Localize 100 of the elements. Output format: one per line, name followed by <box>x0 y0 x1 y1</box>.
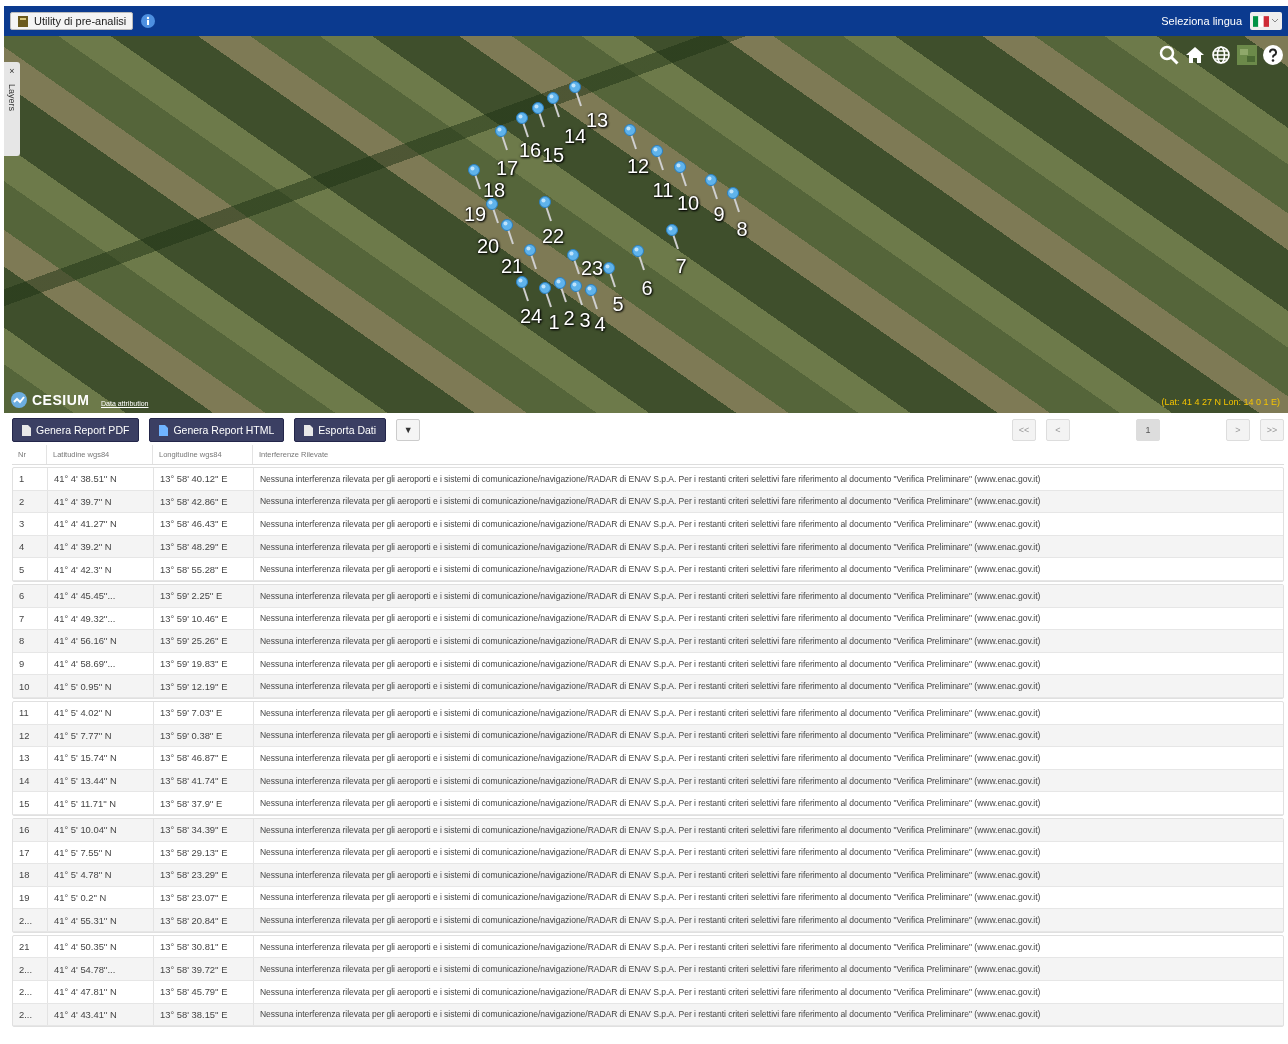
row-number: 10 <box>18 679 31 694</box>
row-number: 5 <box>18 562 26 577</box>
latitude-cell: 41° 4' 38.51'' N <box>47 468 153 490</box>
pin-label: 1 <box>548 312 560 332</box>
interference-cell: Nessuna interferenza rilevata per gli aeroporti e i sistemi di comunicazione/navigazione/RADAR di ENAV S.p.A. Per i restanti criteri selettivi fare riferimento al documento "Verifica Preliminare" (www.enac.gov.it) <box>253 864 1283 886</box>
cesium-logo-text: CESIUM <box>32 392 90 408</box>
map-pin-icon[interactable] <box>524 244 538 270</box>
longitude-cell: 13° 58' 30.81'' E <box>153 935 253 958</box>
interference-cell: Nessuna interferenza rilevata per gli aeroporti e i sistemi di comunicazione/navigazione/RADAR di ENAV S.p.A. Per i restanti criteri selettivi fare riferimento al documento "Verifica Preliminare" (www.enac.gov.it) <box>253 769 1283 792</box>
latitude-cell: 41° 4' 55.31'' N <box>47 909 153 931</box>
interference-cell: Nessuna interferenza rilevata per gli aeroporti e i sistemi di comunicazione/navigazione/RADAR di ENAV S.p.A. Per i restanti criteri selettivi fare riferimento al documento "Verifica Preliminare" (www.enac.gov.it) <box>253 818 1283 841</box>
latitude-cell: 41° 5' 10.04'' N <box>47 818 153 841</box>
language-select[interactable] <box>1250 12 1282 30</box>
pin-label: 9 <box>713 204 725 224</box>
interference-cell: Nessuna interferenza rilevata per gli aeroporti e i sistemi di comunicazione/navigazione/RADAR di ENAV S.p.A. Per i restanti criteri selettivi fare riferimento al documento "Verifica Preliminare" (www.enac.gov.it) <box>253 958 1283 981</box>
map-pin-icon[interactable] <box>532 102 546 128</box>
latitude-cell: 41° 5' 4.78'' N <box>47 864 153 886</box>
search-icon[interactable] <box>1158 44 1180 66</box>
book-icon <box>17 15 29 27</box>
longitude-cell: 13° 59' 7.03'' E <box>153 701 253 724</box>
map-pin-icon[interactable] <box>569 81 583 107</box>
document-icon <box>159 424 169 436</box>
interference-cell: Nessuna interferenza rilevata per gli aeroporti e i sistemi di comunicazione/navigazione/RADAR di ENAV S.p.A. Per i restanti criteri selettivi fare riferimento al documento "Verifica Preliminare" (www.enac.gov.it) <box>253 886 1283 909</box>
longitude-cell: 13° 58' 23.29'' E <box>153 864 253 886</box>
interference-cell: Nessuna interferenza rilevata per gli aeroporti e i sistemi di comunicazione/navigazione/RADAR di ENAV S.p.A. Per i restanti criteri selettivi fare riferimento al documento "Verifica Preliminare" (www.enac.gov.it) <box>253 747 1283 769</box>
pin-label: 7 <box>675 256 687 276</box>
row-number: 4 <box>18 540 26 555</box>
interference-cell: Nessuna interferenza rilevata per gli aeroporti e i sistemi di comunicazione/navigazione/RADAR di ENAV S.p.A. Per i restanti criteri selettivi fare riferimento al documento "Verifica Preliminare" (www.enac.gov.it) <box>253 535 1283 558</box>
pin-label: 13 <box>585 110 609 130</box>
document-icon <box>22 424 31 436</box>
italy-flag-icon <box>1253 15 1269 27</box>
latitude-cell: 41° 5' 7.77'' N <box>47 724 153 747</box>
longitude-cell: 13° 59' 0.38'' E <box>153 724 253 747</box>
layers-tab[interactable]: × Layers <box>4 62 20 156</box>
longitude-cell: 13° 59' 10.46'' E <box>153 607 253 630</box>
latitude-cell: 41° 4' 49.32''... <box>47 607 153 630</box>
map-pin-icon[interactable] <box>666 224 680 250</box>
pagination-button[interactable]: 1 <box>1136 419 1160 441</box>
map-pin-icon[interactable] <box>539 282 553 308</box>
interference-cell: Nessuna interferenza rilevata per gli aeroporti e i sistemi di comunicazione/navigazione/RADAR di ENAV S.p.A. Per i restanti criteri selettivi fare riferimento al documento "Verifica Preliminare" (www.enac.gov.it) <box>253 558 1283 580</box>
map-pin-icon[interactable] <box>486 198 500 224</box>
latitude-cell: 41° 4' 39.2'' N <box>47 535 153 558</box>
row-number: 2... <box>18 913 34 928</box>
longitude-cell: 13° 58' 46.43'' E <box>153 513 253 535</box>
longitude-cell: 13° 58' 48.29'' E <box>153 535 253 558</box>
interference-cell: Nessuna interferenza rilevata per gli aeroporti e i sistemi di comunicazione/navigazione/RADAR di ENAV S.p.A. Per i restanti criteri selettivi fare riferimento al documento "Verifica Preliminare" (www.enac.gov.it) <box>253 1003 1283 1026</box>
row-number: 14 <box>18 774 31 788</box>
map-pin-icon[interactable] <box>632 245 646 271</box>
pin-label: 18 <box>482 180 506 200</box>
map-pin-icon[interactable] <box>554 277 568 303</box>
interference-cell: Nessuna interferenza rilevata per gli aeroporti e i sistemi di comunicazione/navigazione/RADAR di ENAV S.p.A. Per i restanti criteri selettivi fare riferimento al documento "Verifica Preliminare" (www.enac.gov.it) <box>253 701 1283 724</box>
toolbar-button[interactable]: Genera Report PDF <box>12 418 140 442</box>
latitude-cell: 41° 5' 4.02'' N <box>47 701 153 724</box>
row-number: 6 <box>18 589 26 604</box>
map-pin-icon[interactable] <box>570 280 584 306</box>
app-menu-button[interactable]: Utility di pre-analisi <box>10 12 134 30</box>
latitude-cell: 41° 4' 45.45''... <box>47 584 153 607</box>
longitude-cell: 13° 59' 25.26'' E <box>153 630 253 652</box>
map-pin-icon[interactable] <box>468 164 482 190</box>
globe-icon[interactable] <box>1210 44 1232 66</box>
map-pin-icon[interactable] <box>516 276 530 302</box>
map-pin-icon[interactable] <box>705 174 719 200</box>
latitude-cell: 41° 4' 41.27'' N <box>47 513 153 535</box>
toolbar-button[interactable]: Esporta Dati <box>294 418 387 442</box>
dropdown-button[interactable]: ▼ <box>396 419 421 441</box>
help-icon[interactable] <box>1262 44 1284 66</box>
longitude-cell: 13° 58' 42.86'' E <box>153 490 253 513</box>
row-number: 12 <box>18 728 31 743</box>
row-number: 3 <box>18 517 26 532</box>
cesium-logo-icon <box>10 391 28 409</box>
latitude-cell: 41° 5' 15.74'' N <box>47 747 153 769</box>
longitude-cell: 13° 58' 34.39'' E <box>153 818 253 841</box>
pin-label: 21 <box>500 256 524 276</box>
map-pin-icon[interactable] <box>495 125 509 151</box>
close-layers-button[interactable]: × <box>9 66 15 76</box>
interference-cell: Nessuna interferenza rilevata per gli aeroporti e i sistemi di comunicazione/navigazione/RADAR di ENAV S.p.A. Per i restanti criteri selettivi fare riferimento al documento "Verifica Preliminare" (www.enac.gov.it) <box>253 675 1283 697</box>
map-pin-icon[interactable] <box>547 92 561 118</box>
interference-cell: Nessuna interferenza rilevata per gli aeroporti e i sistemi di comunicazione/navigazione/RADAR di ENAV S.p.A. Per i restanti criteri selettivi fare riferimento al documento "Verifica Preliminare" (www.enac.gov.it) <box>253 513 1283 535</box>
map-layer-icon[interactable] <box>1236 44 1258 66</box>
info-icon[interactable] <box>141 14 156 28</box>
latitude-cell: 41° 4' 42.3'' N <box>47 558 153 580</box>
longitude-cell: 13° 58' 55.28'' E <box>153 558 253 580</box>
toolbar-button[interactable]: Genera Report HTML <box>149 418 285 442</box>
map-pin-icon[interactable] <box>516 112 530 138</box>
pin-label: 14 <box>563 126 587 146</box>
home-icon[interactable] <box>1184 44 1206 66</box>
row-number: 11 <box>18 706 30 721</box>
map-pin-icon[interactable] <box>727 187 741 213</box>
longitude-cell: 13° 58' 23.07'' E <box>153 886 253 909</box>
longitude-cell: 13° 58' 40.12'' E <box>153 468 253 490</box>
pin-label: 15 <box>541 145 565 165</box>
map-pin-icon[interactable] <box>603 262 617 288</box>
layers-label: Layers <box>7 84 17 111</box>
map-pin-icon[interactable] <box>567 249 581 275</box>
row-number: 19 <box>18 891 31 905</box>
pin-label: 10 <box>676 193 700 213</box>
latitude-cell: 41° 4' 58.69''... <box>47 652 153 675</box>
map-pin-icon[interactable] <box>539 196 553 222</box>
row-number: 17 <box>18 845 31 860</box>
pin-label: 6 <box>641 278 653 298</box>
